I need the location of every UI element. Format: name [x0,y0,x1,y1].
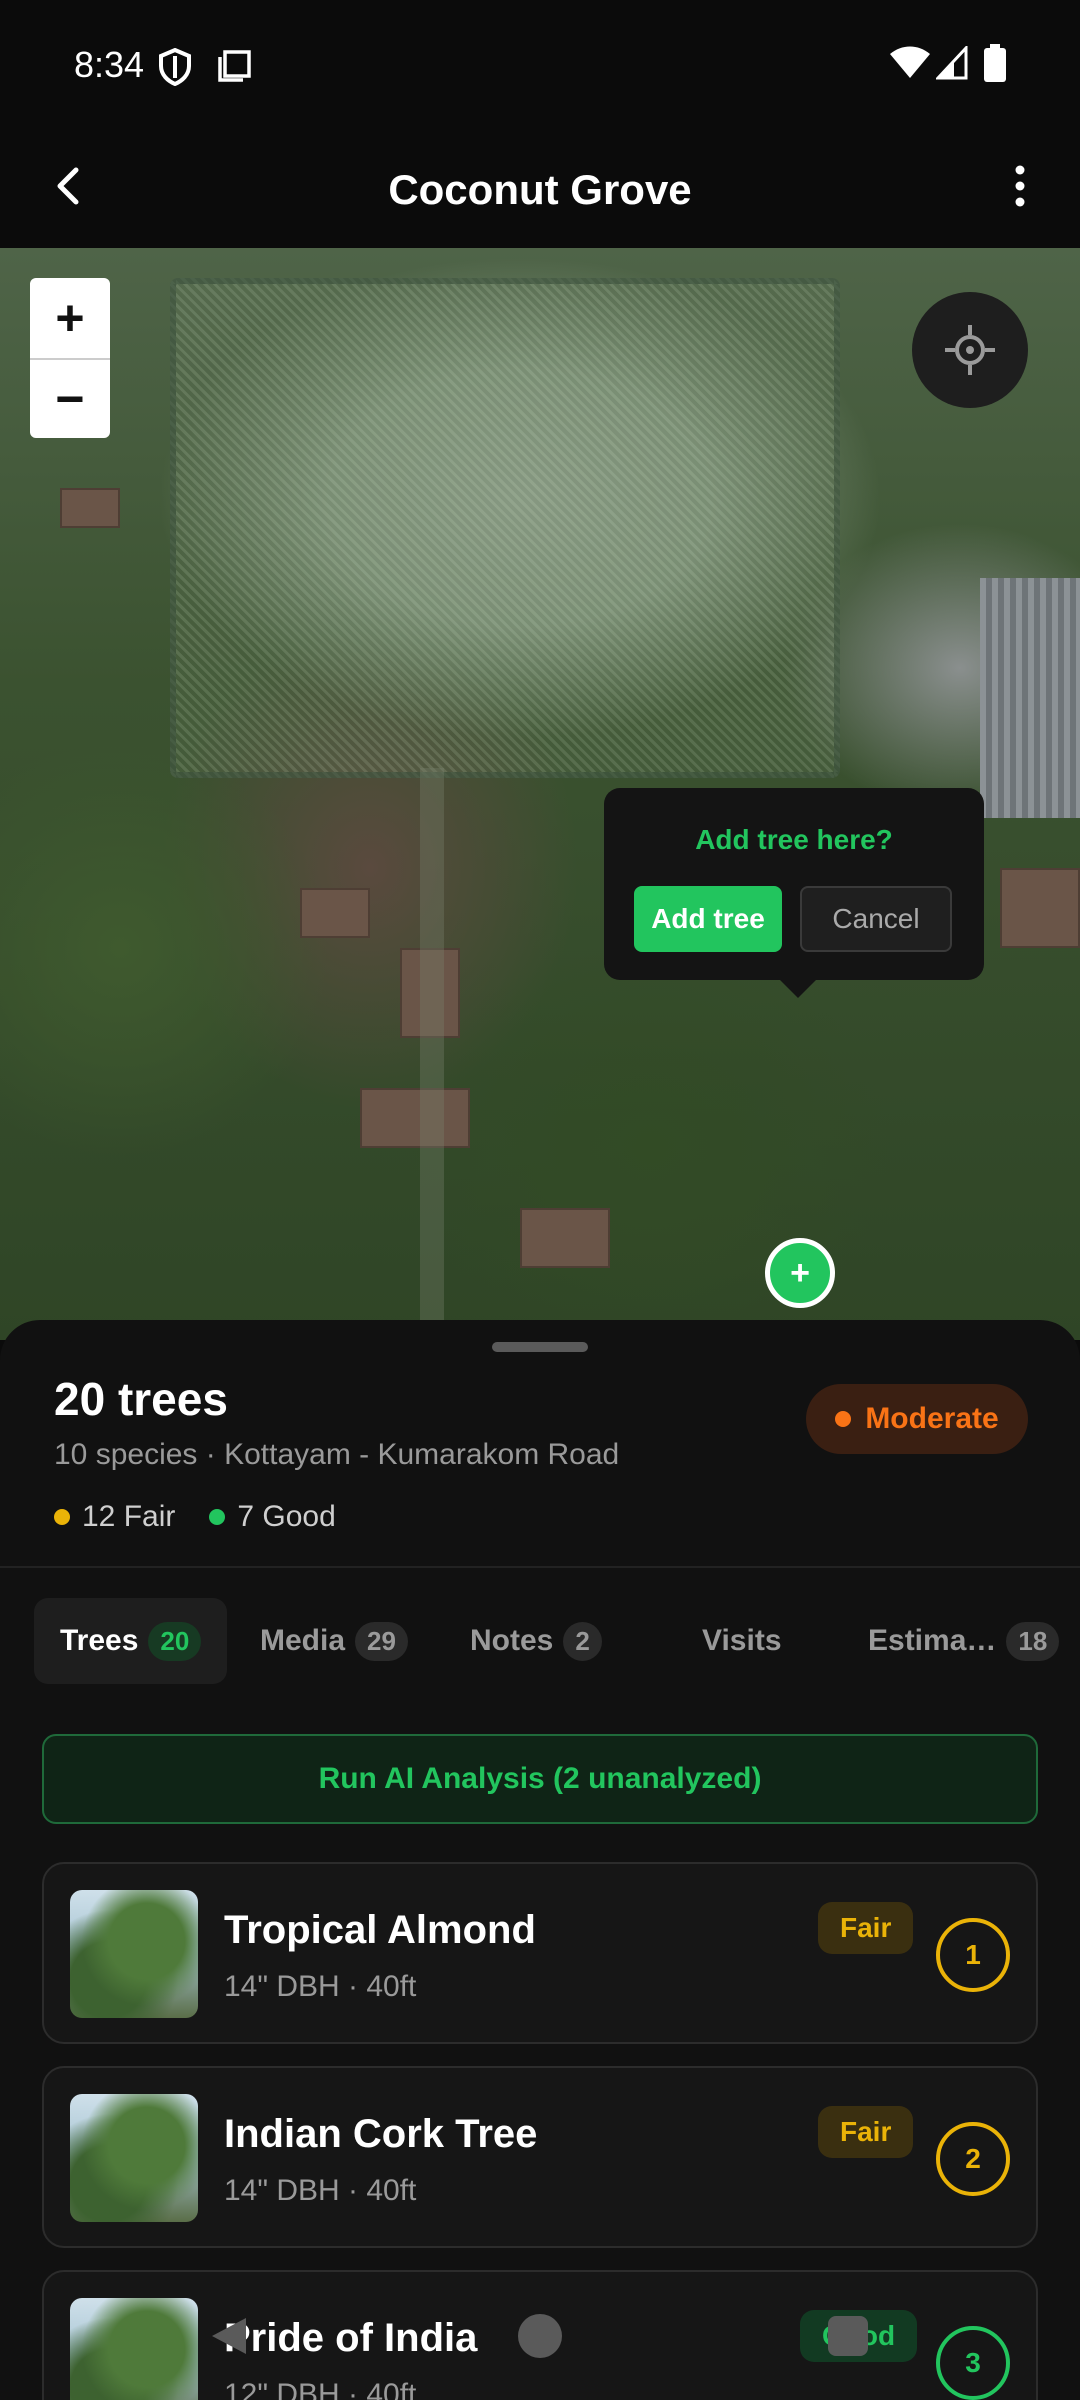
tree-number: 1 [936,1918,1010,1992]
bottom-sheet: 20 trees 10 species · Kottayam - Kumarak… [0,1320,1080,2400]
tree-thumbnail [70,1890,198,2018]
nav-back-button[interactable] [206,2314,250,2363]
zoom-control: + − [30,278,110,438]
locate-button[interactable] [912,292,1028,408]
popup-title: Add tree here? [695,824,893,855]
tab-count: 18 [1006,1621,1060,1661]
tree-meta: 12" DBH · 40ft [224,2378,417,2400]
tree-name: Indian Cork Tree [224,2112,538,2156]
tab-bar: Trees 20 Media 29 Notes 2 Visits Estima…… [34,1598,1060,1684]
zoom-in-button[interactable]: + [30,278,110,358]
risk-label: Moderate [865,1402,999,1435]
risk-dot [835,1411,852,1427]
legend-dot [54,1509,70,1525]
tab-count: 29 [355,1621,408,1661]
status-time: 8:34 [74,44,145,85]
map-roof [1000,868,1080,948]
site-subtitle: 10 species · Kottayam - Kumarakom Road [54,1438,620,1471]
tab-label: Estima… [868,1624,997,1657]
add-tree-popup: Add tree here? Add tree Cancel [604,788,984,998]
legend-label: 12 Fair [82,1500,176,1533]
tree-count-title: 20 trees [54,1373,228,1425]
shield-icon [158,47,192,91]
tab-label: Visits [702,1624,782,1657]
run-ai-analysis-button[interactable]: Run AI Analysis (2 unanalyzed) [42,1734,1038,1824]
map-roof [300,888,370,938]
legend-item-fair: 12 Fair [54,1500,175,1534]
tree-card[interactable]: Tropical Almond 14" DBH · 40ft Fair 1 [42,1862,1038,2044]
tree-name: Pride of India [224,2316,478,2360]
wifi-icon [890,46,930,85]
triangle-left-icon [212,2318,246,2354]
status-bar: 8:34 [0,0,1080,130]
tree-number: 2 [936,2122,1010,2196]
zoom-out-button[interactable]: − [30,358,110,438]
sheet-drag-handle[interactable] [492,1342,588,1352]
map-road [420,768,444,1340]
tab-estimates[interactable]: Estima… 18 [842,1598,1080,1684]
map-building [980,578,1080,818]
condition-badge: Fair [818,2106,914,2158]
tree-thumbnail [70,2094,198,2222]
tab-count: 2 [563,1621,602,1661]
map-roof [60,488,120,528]
tree-meta: 14" DBH · 40ft [224,1970,417,2003]
risk-badge: Moderate [806,1384,1028,1454]
nav-recents-button[interactable] [828,2316,868,2356]
nav-home-button[interactable] [518,2314,562,2358]
tab-trees[interactable]: Trees 20 [34,1598,228,1684]
tab-visits[interactable]: Visits [676,1598,808,1684]
tree-name: Tropical Almond [224,1908,536,1952]
tab-notes[interactable]: Notes 2 [444,1598,628,1684]
battery-icon [984,44,1006,87]
tree-card[interactable]: Indian Cork Tree 14" DBH · 40ft Fair 2 [42,2066,1038,2248]
tree-number: 3 [936,2326,1010,2400]
legend-dot [209,1509,226,1525]
legend-item-good: 7 Good [209,1500,336,1534]
tab-count: 20 [148,1621,202,1661]
map-field [170,278,840,778]
more-vertical-icon [1015,165,1025,207]
map-roof [360,1088,470,1148]
page-title: Coconut Grove [388,166,692,213]
condition-legend: 12 Fair 7 Good [54,1500,336,1534]
divider [0,1566,1080,1568]
screenshot-icon [216,48,252,89]
tab-label: Trees [60,1624,139,1657]
map-roof [520,1208,610,1268]
app-bar: Coconut Grove [0,130,1080,248]
cellular-signal-icon [934,44,968,85]
tab-label: Media [260,1624,346,1657]
add-tree-button[interactable]: Add tree [634,886,782,952]
tree-thumbnail [70,2298,198,2400]
tab-media[interactable]: Media 29 [234,1598,434,1684]
more-options-button[interactable] [990,156,1050,216]
crosshair-icon [945,325,995,375]
tree-meta: 14" DBH · 40ft [224,2174,417,2207]
legend-label: 7 Good [237,1500,336,1533]
tab-label: Notes [470,1624,554,1657]
satellite-map[interactable]: + − Add tree here? Add tree Cancel + 11 [0,248,1080,1340]
cancel-button[interactable]: Cancel [800,886,952,952]
condition-badge: Fair [818,1902,914,1954]
new-tree-pin[interactable]: + [765,1238,835,1308]
